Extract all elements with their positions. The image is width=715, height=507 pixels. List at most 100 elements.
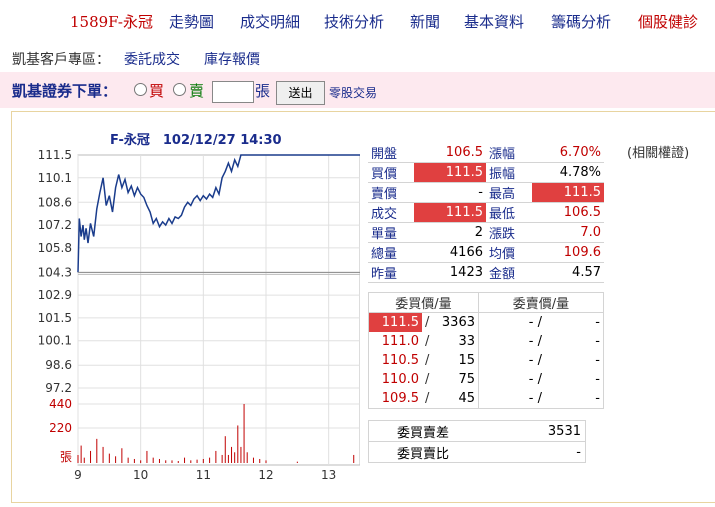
- quote-label: 漲跌: [486, 222, 532, 243]
- quote-row: 開盤 106.5 漲幅 6.70%: [368, 143, 604, 163]
- ask-qty: -: [595, 391, 600, 406]
- ask-price: -: [528, 391, 534, 406]
- send-button[interactable]: 送出: [276, 81, 325, 105]
- quantity-input[interactable]: [212, 81, 254, 103]
- quote-label: 開盤: [368, 143, 414, 163]
- y-tick-label: 104.3: [38, 265, 72, 279]
- ask-qty: -: [595, 315, 600, 330]
- stock-name-link[interactable]: 1589F-永冠: [70, 11, 153, 32]
- quote-value: 106.5: [532, 202, 604, 223]
- quote-label: 金額: [486, 262, 532, 283]
- nav-news[interactable]: 新聞: [410, 11, 440, 32]
- x-axis-ticks: 9 10 11 12 13: [74, 468, 336, 482]
- buy-label: 買: [149, 82, 165, 100]
- bid-qty: 75: [458, 372, 475, 387]
- chart-frame: [77, 154, 360, 466]
- quote-table: 開盤 106.5 漲幅 6.70% 買價 111.5 振幅 4.78% 賣價 - 最高 111.5 成交…: [368, 143, 604, 283]
- unit-label: 張: [255, 82, 271, 100]
- nav-basic-info[interactable]: 基本資料: [464, 11, 524, 32]
- sell-radio[interactable]: [173, 83, 186, 96]
- y-tick-label: 111.5: [38, 148, 72, 162]
- related-warrants-link[interactable]: (相關權證): [627, 142, 689, 161]
- quote-row: 成交 111.5 最低 106.5: [368, 202, 604, 223]
- quote-row: 單量 2 漲跌 7.0: [368, 222, 604, 243]
- x-tick-label: 10: [133, 468, 148, 482]
- quote-row: 總量 4166 均價 109.6: [368, 242, 604, 263]
- quote-row: 買價 111.5 振幅 4.78%: [368, 162, 604, 183]
- order-status-link[interactable]: 委託成交: [124, 49, 180, 69]
- quote-value: 4166: [414, 242, 486, 263]
- chart-grid: [77, 154, 360, 466]
- bid-price: 110.0: [381, 372, 419, 387]
- y-axis-ticks: 111.5 110.1 108.6 107.2 105.8 104.3 102.9 101.5…: [38, 148, 72, 395]
- bid-qty: 15: [458, 353, 475, 368]
- nav-stock-checkup[interactable]: 個股健診: [638, 11, 698, 32]
- order-book-row: 110.0/75- / -: [369, 370, 604, 389]
- quote-label: 買價: [368, 162, 414, 183]
- volume-axis-ticks: 440 220 張: [49, 397, 72, 464]
- y-tick-label: 105.8: [38, 241, 72, 255]
- ask-qty: -: [595, 353, 600, 368]
- y-tick-label: 110.1: [38, 171, 72, 185]
- intraday-chart: 111.5 110.1 108.6 107.2 105.8 104.3 102.9 101.5…: [38, 148, 360, 482]
- bid-qty: 3363: [441, 315, 475, 330]
- price-line: [77, 154, 360, 273]
- nav-technical-analysis[interactable]: 技術分析: [324, 11, 384, 32]
- bid-price: 109.5: [381, 391, 419, 406]
- order-book-table: 委買價/量 委賣價/量 111.5/3363- / -111.0/33- / -11…: [368, 292, 604, 409]
- buy-radio[interactable]: [134, 83, 147, 96]
- bid-qty: 33: [458, 334, 475, 349]
- bid-ask-ratio-value: -: [477, 441, 586, 463]
- quote-value: 2: [414, 222, 486, 243]
- quote-label: 漲幅: [486, 143, 532, 163]
- bid-ask-diff-value: 3531: [477, 420, 586, 442]
- nav-chip-analysis[interactable]: 籌碼分析: [551, 11, 611, 32]
- x-tick-label: 13: [321, 468, 336, 482]
- nav-trend-chart[interactable]: 走勢圖: [169, 11, 214, 32]
- bid-qty: 45: [458, 391, 475, 406]
- x-tick-label: 11: [196, 468, 211, 482]
- ask-qty: -: [595, 334, 600, 349]
- order-book-row: 110.5/15- / -: [369, 351, 604, 370]
- quote-value: 111.5: [414, 202, 486, 223]
- quote-row: 賣價 - 最高 111.5: [368, 182, 604, 203]
- ask-header: 委賣價/量: [478, 292, 604, 313]
- ask-price: -: [528, 315, 534, 330]
- volume-bars: [77, 404, 355, 463]
- x-tick-label: 12: [258, 468, 273, 482]
- bid-price: 110.5: [381, 353, 419, 368]
- quote-value: 106.5: [414, 143, 486, 163]
- client-area-label: 凱基客戶專區：: [12, 52, 110, 68]
- bid-price: 111.5: [368, 312, 422, 332]
- inventory-quote-link[interactable]: 庫存報價: [204, 49, 260, 69]
- y-tick-label: 97.2: [45, 381, 72, 395]
- volume-tick-label: 440: [49, 397, 72, 411]
- quote-value: 111.5: [532, 182, 604, 203]
- quote-label: 昨量: [368, 262, 414, 283]
- y-tick-label: 107.2: [38, 218, 72, 232]
- quote-label: 振幅: [486, 162, 532, 183]
- bid-ask-diff-label: 委買賣差: [368, 420, 477, 442]
- volume-tick-label: 220: [49, 421, 72, 435]
- order-book-row: 109.5/45- / -: [369, 389, 604, 409]
- sell-label: 賣: [189, 82, 205, 100]
- y-tick-label: 102.9: [38, 288, 72, 302]
- quote-value: 6.70%: [532, 143, 604, 163]
- quote-label: 均價: [486, 242, 532, 263]
- nav-trade-detail[interactable]: 成交明細: [240, 11, 300, 32]
- order-diff-table: 委買賣差 3531 委買賣比 -: [368, 420, 586, 463]
- client-area-bar: 凱基客戶專區： 委託成交 庫存報價: [0, 42, 715, 72]
- order-label: 凱基證券下單：: [12, 82, 118, 100]
- x-tick-label: 9: [74, 468, 82, 482]
- volume-tick-label: 張: [60, 450, 72, 464]
- quote-label: 賣價: [368, 182, 414, 203]
- ask-price: -: [528, 353, 534, 368]
- y-tick-label: 108.6: [38, 195, 72, 209]
- order-book-row: 111.5/3363- / -: [368, 312, 604, 332]
- quote-label: 單量: [368, 222, 414, 243]
- y-tick-label: 98.6: [45, 358, 72, 372]
- ask-qty: -: [595, 372, 600, 387]
- quote-value: 111.5: [414, 162, 486, 183]
- odd-lot-link[interactable]: 零股交易: [329, 84, 377, 101]
- quote-row: 昨量 1423 金額 4.57: [368, 262, 604, 283]
